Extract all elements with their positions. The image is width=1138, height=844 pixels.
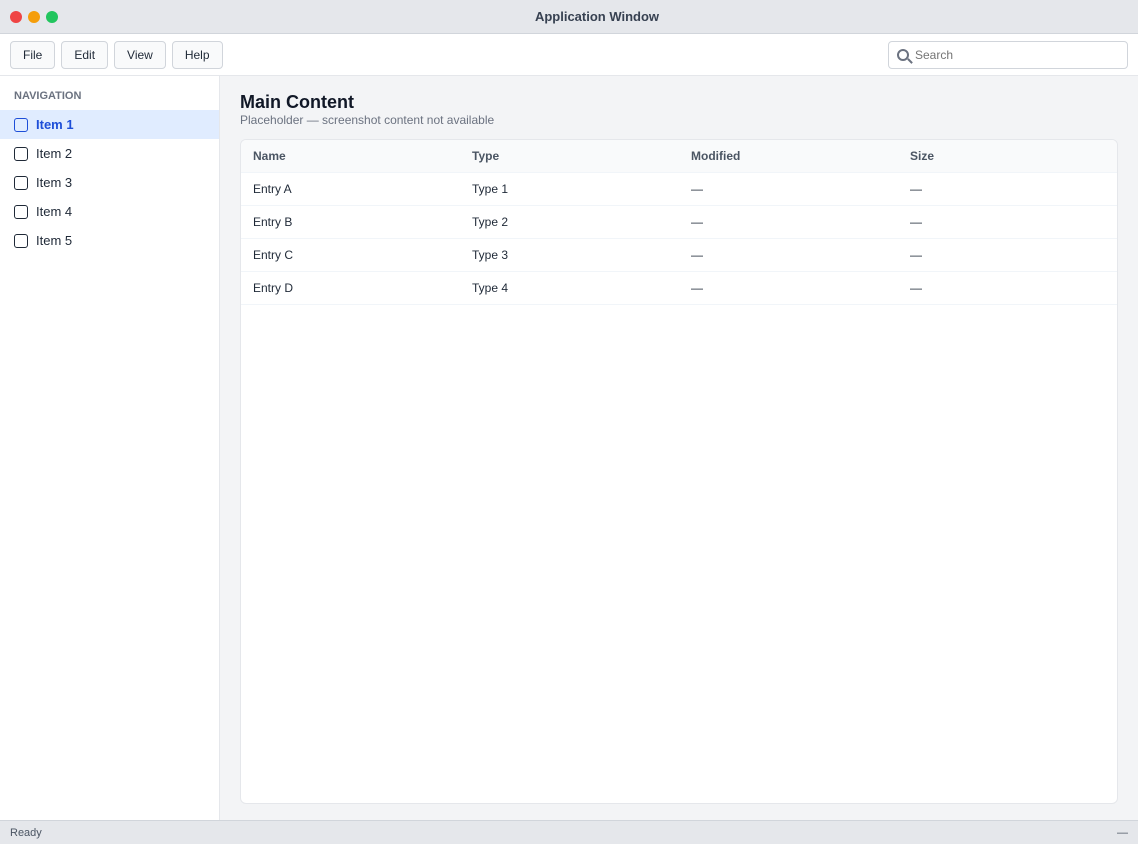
- toolbar-button-help[interactable]: Help: [171, 40, 223, 69]
- table-row[interactable]: Entry B Type 2 — —: [241, 205, 1117, 239]
- toolbar-button-view[interactable]: View: [114, 40, 166, 69]
- table-cell: Type 3: [460, 238, 679, 272]
- sidebar-heading: Navigation: [14, 90, 82, 102]
- table-cell: Type 2: [460, 205, 679, 239]
- table-cell: Type 1: [460, 172, 679, 206]
- table-cell: —: [679, 172, 898, 206]
- sidebar-item-label: Item 5: [36, 233, 73, 248]
- sidebar-item-label: Item 4: [36, 204, 73, 219]
- page-subtitle: Placeholder — screenshot content not ava…: [240, 113, 495, 127]
- page-title: Main Content: [240, 92, 354, 112]
- maximize-window-button[interactable]: [46, 10, 58, 23]
- data-table: Name Type Modified Size Entry A Type 1 —…: [241, 140, 1117, 305]
- table-cell: —: [679, 238, 898, 272]
- sidebar: Navigation Item 1 Item 2 Item 3 Item 4 I…: [0, 76, 220, 820]
- table-cell: —: [679, 205, 898, 239]
- app-body: Navigation Item 1 Item 2 Item 3 Item 4 I…: [0, 76, 1138, 820]
- toolbar-button-file[interactable]: File: [10, 40, 56, 69]
- search-box[interactable]: [888, 40, 1128, 69]
- status-text-right: —: [1117, 826, 1128, 839]
- table-cell: —: [679, 271, 898, 305]
- folder-icon: [14, 175, 28, 190]
- close-window-button[interactable]: [10, 10, 22, 23]
- status-text-left: Ready: [10, 826, 42, 839]
- window-controls: [10, 10, 58, 23]
- folder-icon: [14, 233, 28, 248]
- sidebar-item-label: Item 3: [36, 175, 73, 190]
- table-cell: Entry D: [241, 271, 460, 305]
- folder-icon: [14, 146, 28, 161]
- table-cell: Entry C: [241, 238, 460, 272]
- table-cell: —: [898, 172, 1117, 206]
- status-bar: Ready —: [0, 820, 1138, 844]
- title-bar: Application Window: [0, 0, 1138, 34]
- window-title: Application Window: [534, 9, 660, 24]
- toolbar-button-edit[interactable]: Edit: [61, 40, 109, 69]
- table-row[interactable]: Entry A Type 1 — —: [241, 172, 1117, 206]
- sidebar-item-3[interactable]: Item 3: [0, 168, 219, 197]
- sidebar-item-1[interactable]: Item 1: [0, 110, 219, 139]
- minimize-window-button[interactable]: [28, 10, 40, 23]
- table-cell: Type 4: [460, 271, 679, 305]
- column-header[interactable]: Name: [241, 140, 460, 173]
- main-content: Main Content Placeholder — screenshot co…: [220, 76, 1138, 820]
- sidebar-item-4[interactable]: Item 4: [0, 197, 219, 226]
- column-header[interactable]: Size: [898, 140, 1117, 173]
- table-cell: —: [898, 205, 1117, 239]
- folder-icon: [14, 117, 28, 132]
- table-cell: Entry B: [241, 205, 460, 239]
- sidebar-item-label: Item 1: [36, 117, 74, 132]
- search-input[interactable]: [915, 47, 1119, 62]
- column-header[interactable]: Modified: [679, 140, 898, 173]
- column-header[interactable]: Type: [460, 140, 679, 173]
- table-cell: Entry A: [241, 172, 460, 206]
- search-icon: [897, 48, 909, 61]
- toolbar: File Edit View Help: [0, 34, 1138, 76]
- folder-icon: [14, 204, 28, 219]
- app-window: Application Window File Edit View Help N…: [0, 0, 1138, 844]
- sidebar-item-label: Item 2: [36, 146, 73, 161]
- table-cell: —: [898, 271, 1117, 305]
- sidebar-item-2[interactable]: Item 2: [0, 139, 219, 168]
- table-cell: —: [898, 238, 1117, 272]
- table-header-row: Name Type Modified Size: [241, 140, 1117, 173]
- table-row[interactable]: Entry D Type 4 — —: [241, 271, 1117, 305]
- table-row[interactable]: Entry C Type 3 — —: [241, 238, 1117, 272]
- content-panel: Name Type Modified Size Entry A Type 1 —…: [240, 139, 1118, 804]
- sidebar-item-5[interactable]: Item 5: [0, 226, 219, 255]
